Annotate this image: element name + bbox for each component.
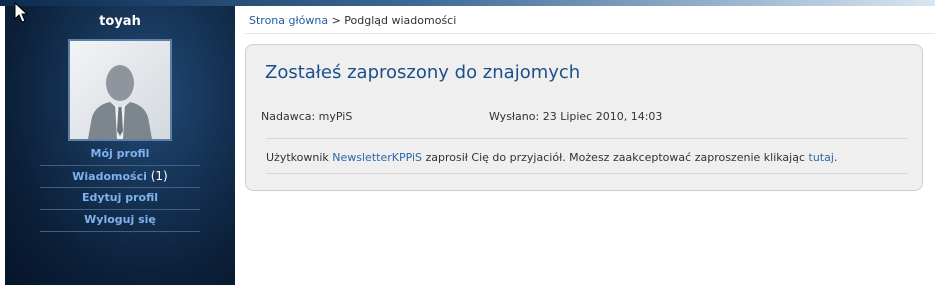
message-panel: Zostałeś zaproszony do znajomych Nadawca… xyxy=(245,44,923,191)
message-title: Zostałeś zaproszony do znajomych xyxy=(265,62,581,83)
breadcrumb-home-link[interactable]: Strona główna xyxy=(249,14,328,27)
message-body: Użytkownik NewsletterKPPiS zaprosił Cię … xyxy=(266,151,837,164)
mouse-cursor-icon xyxy=(14,2,29,23)
user-sidebar: toyah Mój profil Wiadomości (1) Edytuj p… xyxy=(5,6,235,285)
menu-item-label: Wiadomości xyxy=(72,170,147,183)
message-sender: Nadawca: myPiS xyxy=(261,110,353,123)
breadcrumb: Strona główna > Podgląd wiadomości xyxy=(249,14,456,27)
username: toyah xyxy=(99,14,141,29)
menu-item-edit-profile[interactable]: Edytuj profil xyxy=(40,188,200,210)
message-divider-top xyxy=(266,138,908,139)
message-body-suffix: . xyxy=(833,151,838,164)
profile-menu: Mój profil Wiadomości (1) Edytuj profil … xyxy=(40,144,200,232)
menu-item-my-profile[interactable]: Mój profil xyxy=(40,144,200,166)
menu-item-label: Wyloguj się xyxy=(84,213,156,226)
menu-item-label: Mój profil xyxy=(90,147,150,160)
accept-invitation-link[interactable]: tutaj xyxy=(809,151,834,164)
avatar xyxy=(68,39,172,141)
message-divider-bottom xyxy=(266,173,908,174)
message-body-prefix: Użytkownik xyxy=(266,151,329,164)
breadcrumb-divider xyxy=(245,33,935,34)
message-user-link[interactable]: NewsletterKPPiS xyxy=(332,151,422,164)
menu-item-messages[interactable]: Wiadomości (1) xyxy=(40,166,200,188)
message-body-text: zaprosił Cię do przyjaciół. Możesz zaakc… xyxy=(425,151,806,164)
messages-count-badge: (1) xyxy=(150,169,168,183)
message-sent-date: Wysłano: 23 Lipiec 2010, 14:03 xyxy=(489,110,663,123)
breadcrumb-separator: > xyxy=(331,14,341,27)
user-silhouette-icon xyxy=(88,65,152,139)
breadcrumb-current: Podgląd wiadomości xyxy=(344,14,457,27)
menu-item-logout[interactable]: Wyloguj się xyxy=(40,210,200,232)
menu-item-label: Edytuj profil xyxy=(81,191,159,204)
